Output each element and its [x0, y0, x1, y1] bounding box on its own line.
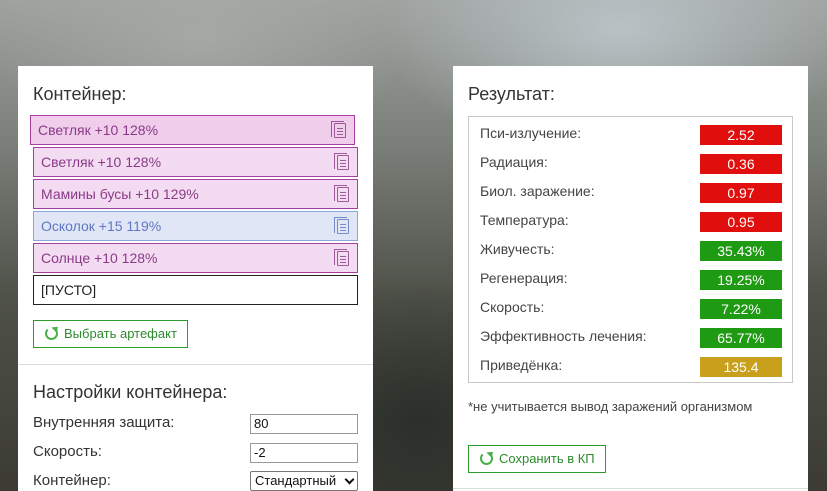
document-icon[interactable]: [334, 153, 349, 170]
container-panel: Контейнер: Светляк +10 128% Светляк +10 …: [18, 66, 373, 491]
result-label: Регенерация:: [480, 270, 568, 286]
result-value: 0.95: [700, 212, 782, 232]
container-slot-4[interactable]: Осколок +15 119%: [33, 211, 358, 241]
result-row: Биол. заражение: 0.97: [469, 177, 792, 206]
pick-artifact-label: Выбрать артефакт: [64, 326, 177, 341]
result-row: Приведёнка: 135.4: [469, 351, 792, 380]
slot-label: Светляк +10 128%: [38, 122, 159, 138]
result-value: 35.43%: [700, 241, 782, 261]
save-to-kp-label: Сохранить в КП: [499, 451, 595, 466]
result-row: Живучесть: 35.43%: [469, 235, 792, 264]
inner-protection-input[interactable]: 80: [250, 414, 358, 434]
settings-title: Настройки контейнера:: [33, 382, 228, 402]
result-label: Скорость:: [480, 299, 545, 315]
result-label: Биол. заражение:: [480, 183, 595, 199]
section-divider: [18, 364, 373, 365]
result-table: Пси-излучение: 2.52 Радиация: 0.36 Биол.…: [468, 116, 793, 383]
save-to-kp-button[interactable]: Сохранить в КП: [468, 445, 606, 473]
footnote: *не учитывается вывод заражений организм…: [468, 399, 753, 414]
container-type-select[interactable]: Стандартный: [250, 471, 358, 491]
container-slot-5[interactable]: Солнце +10 128%: [33, 243, 358, 273]
container-slot-empty[interactable]: [ПУСТО]: [33, 275, 358, 305]
result-value: 135.4: [700, 357, 782, 377]
result-label: Живучесть:: [480, 241, 555, 257]
result-label: Эффективность лечения:: [480, 328, 647, 344]
result-label: Пси-излучение:: [480, 125, 582, 141]
document-icon[interactable]: [331, 121, 346, 138]
slot-label: Светляк +10 128%: [41, 154, 162, 170]
result-row: Температура: 0.95: [469, 206, 792, 235]
result-row: Пси-излучение: 2.52: [469, 119, 792, 148]
result-row: Эффективность лечения: 65.77%: [469, 322, 792, 351]
pick-artifact-button[interactable]: Выбрать артефакт: [33, 320, 188, 348]
result-value: 7.22%: [700, 299, 782, 319]
result-panel: Результат: Пси-излучение: 2.52 Радиация:…: [453, 66, 808, 491]
result-value: 65.77%: [700, 328, 782, 348]
chevron-down-icon: [344, 474, 355, 485]
result-value: 2.52: [700, 125, 782, 145]
container-title: Контейнер:: [33, 84, 127, 104]
result-label: Приведёнка:: [480, 357, 563, 373]
result-value: 0.97: [700, 183, 782, 203]
result-row: Регенерация: 19.25%: [469, 264, 792, 293]
document-icon[interactable]: [334, 249, 349, 266]
container-slot-3[interactable]: Мамины бусы +10 129%: [33, 179, 358, 209]
slot-label: Осколок +15 119%: [41, 218, 162, 234]
container-slot-2[interactable]: Светляк +10 128%: [33, 147, 358, 177]
container-type-value: Стандартный: [255, 473, 337, 488]
result-label: Радиация:: [480, 154, 548, 170]
result-title: Результат:: [468, 84, 555, 104]
refresh-icon: [45, 327, 58, 340]
refresh-icon: [480, 452, 493, 465]
speed-input[interactable]: -2: [250, 443, 358, 463]
result-row: Радиация: 0.36: [469, 148, 792, 177]
result-row: Скорость: 7.22%: [469, 293, 792, 322]
section-divider: [453, 488, 808, 489]
document-icon[interactable]: [334, 185, 349, 202]
inner-protection-label: Внутренняя защита:: [33, 414, 175, 431]
container-type-label: Контейнер:: [33, 472, 111, 489]
slot-label: [ПУСТО]: [41, 282, 97, 298]
slot-label: Солнце +10 128%: [41, 250, 158, 266]
document-icon[interactable]: [334, 217, 349, 234]
slot-label: Мамины бусы +10 129%: [41, 186, 199, 202]
result-label: Температура:: [480, 212, 569, 228]
speed-label: Скорость:: [33, 443, 102, 460]
result-value: 0.36: [700, 154, 782, 174]
container-slot-1[interactable]: Светляк +10 128%: [30, 115, 355, 145]
result-value: 19.25%: [700, 270, 782, 290]
